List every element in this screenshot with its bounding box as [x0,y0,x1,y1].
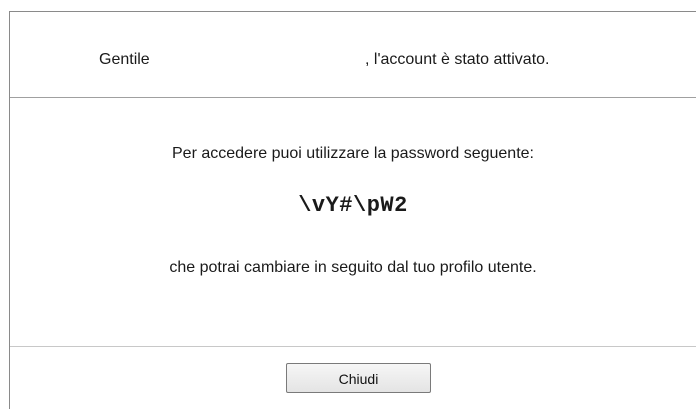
dialog-border-top [9,11,696,12]
account-activated-dialog: Gentile , l'account è stato attivato. Pe… [0,0,696,409]
footer-divider [10,346,696,347]
password-intro-text: Per accedere puoi utilizzare la password… [172,145,534,162]
password-change-note: che potrai cambiare in seguito dal tuo p… [169,259,537,276]
activation-message: , l'account è stato attivato. [365,51,550,68]
generated-password: \vY#\pW2 [298,193,408,218]
dialog-header: Gentile , l'account è stato attivato. [0,51,696,75]
close-button[interactable]: Chiudi [286,363,431,393]
greeting-text: Gentile [99,51,150,68]
header-divider [10,97,696,98]
